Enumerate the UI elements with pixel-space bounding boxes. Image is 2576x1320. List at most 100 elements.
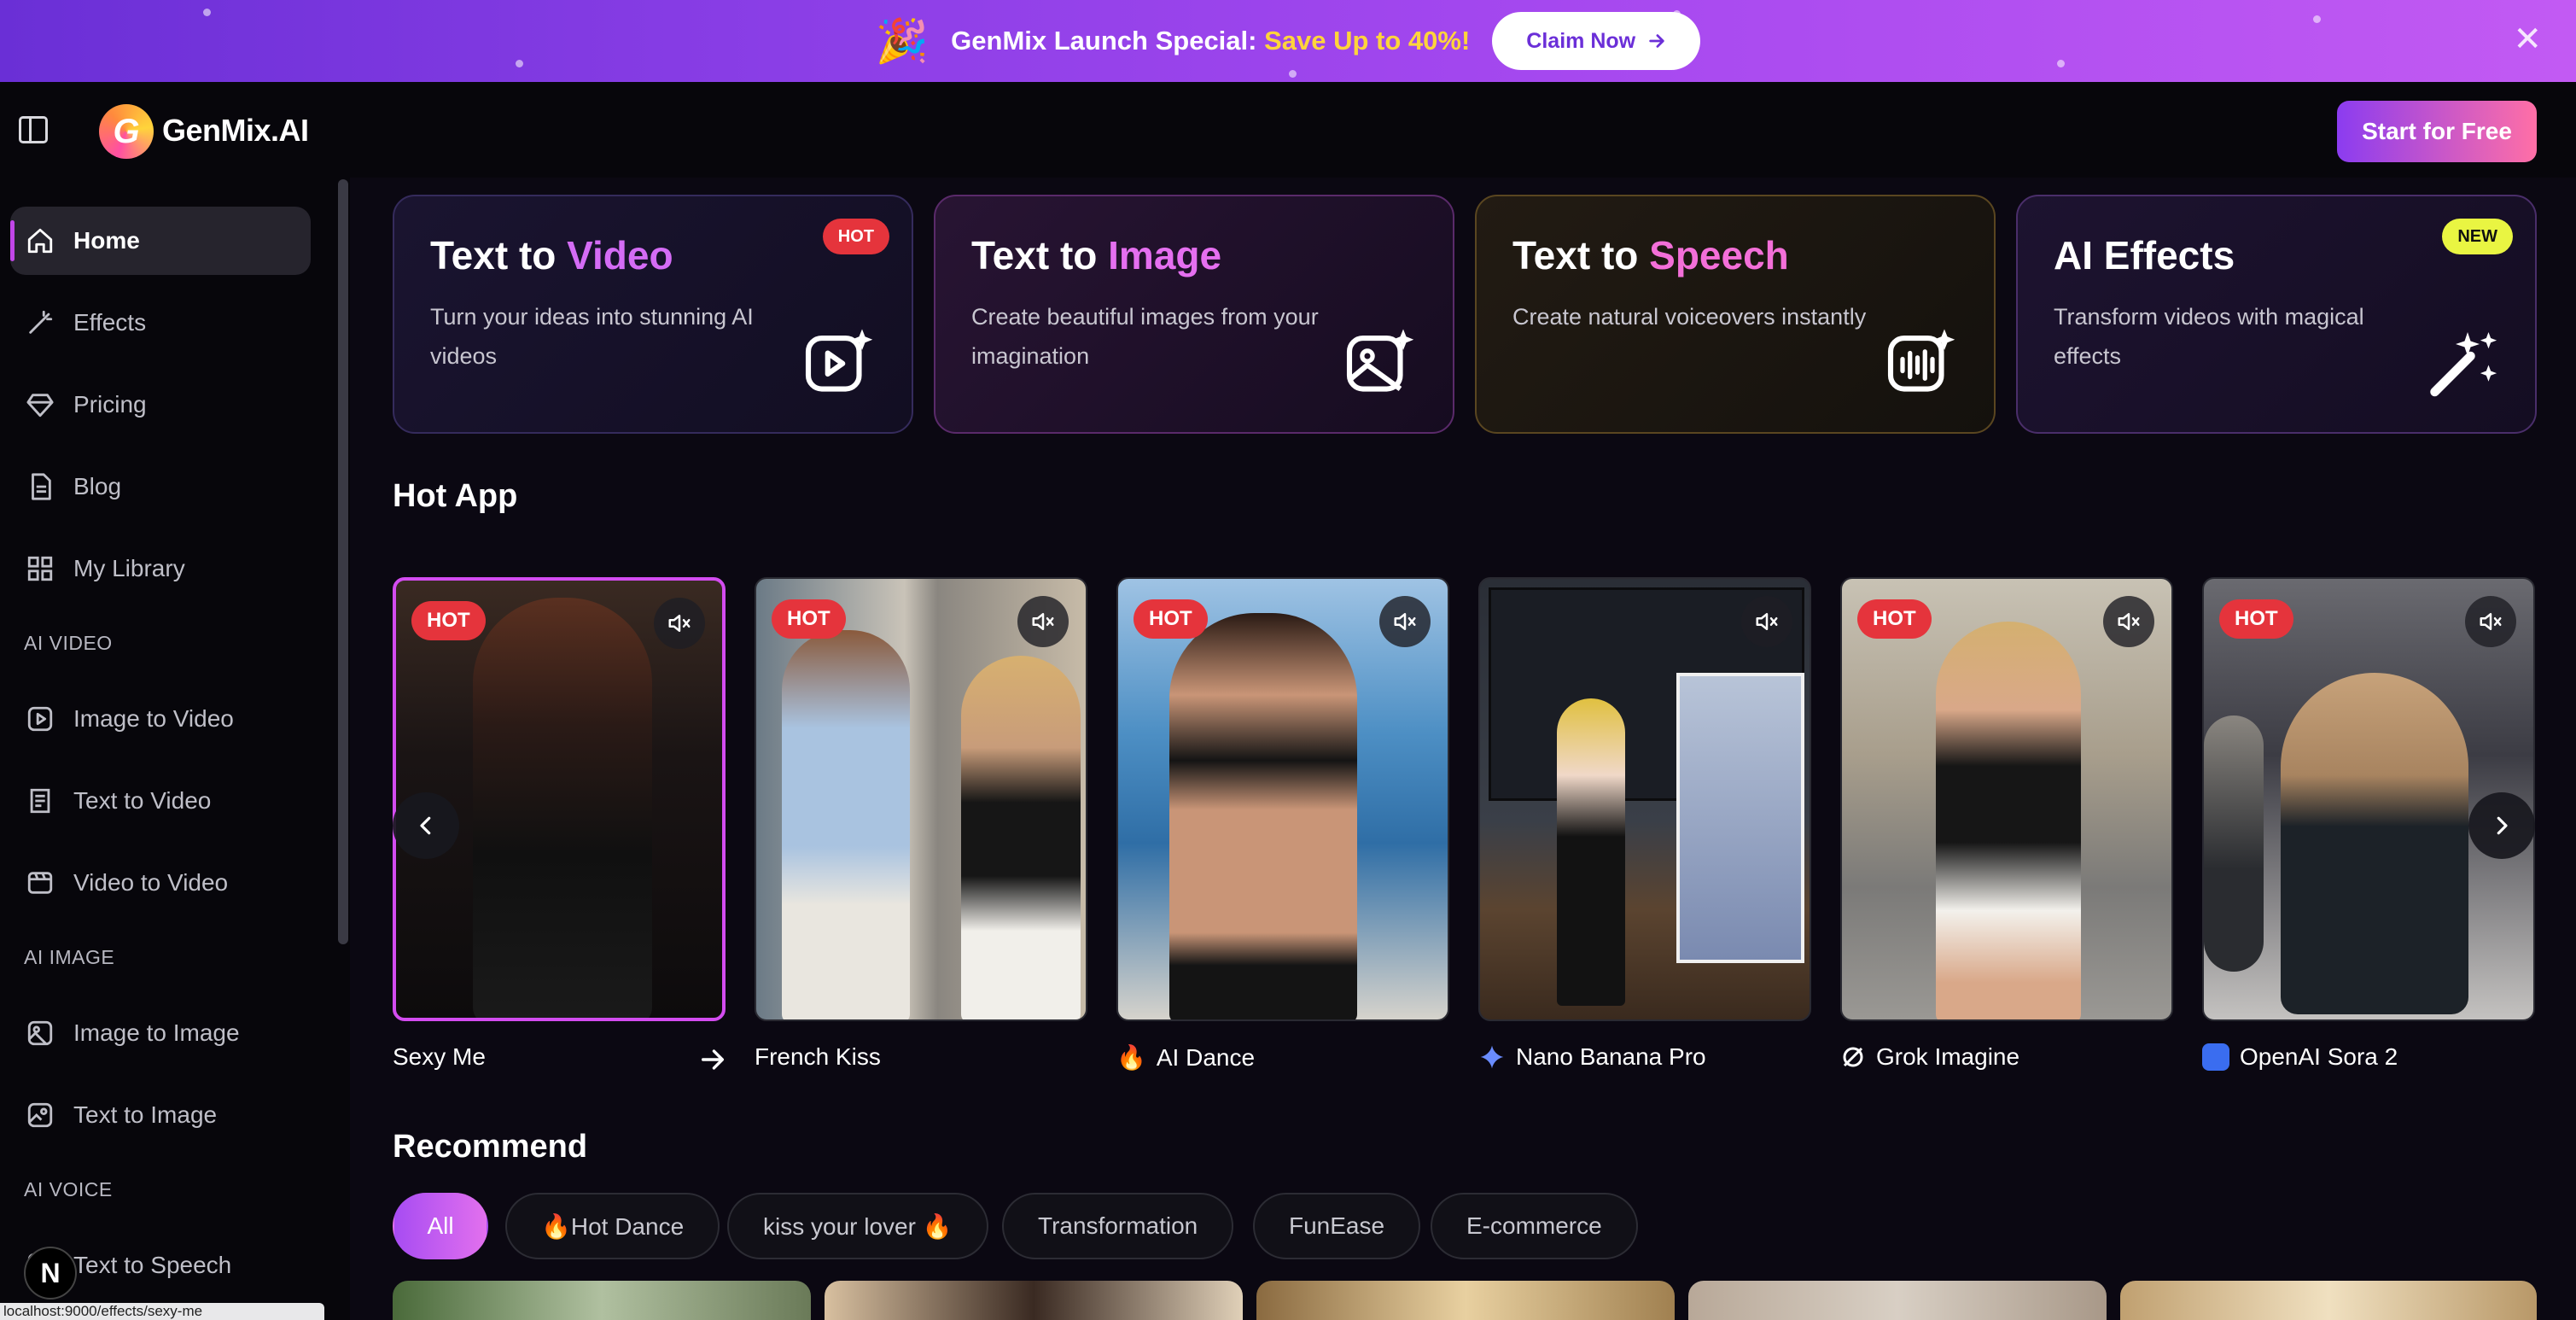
sora-icon xyxy=(2202,1043,2229,1071)
fire-icon: 🔥 xyxy=(1116,1044,1146,1071)
sidebar-item-blog[interactable]: Blog xyxy=(10,453,311,521)
app-label-openai-sora-2[interactable]: OpenAI Sora 2 xyxy=(2202,1043,2398,1071)
sidebar-item-label: Text to Speech xyxy=(73,1252,232,1278)
promo-banner: 🎉 GenMix Launch Special: Save Up to 40%!… xyxy=(0,0,2576,82)
hot-badge: HOT xyxy=(2219,599,2293,639)
card-description: Turn your ideas into stunning AI videos xyxy=(430,304,754,369)
app-label-sexy-me[interactable]: Sexy Me xyxy=(393,1043,486,1071)
section-title-hot-app: Hot App xyxy=(393,478,518,514)
hot-badge: HOT xyxy=(822,219,889,254)
filter-chip-funease[interactable]: FunEase xyxy=(1253,1193,1421,1259)
document-icon xyxy=(24,470,56,503)
sidebar-item-text-to-image[interactable]: Text to Image xyxy=(10,1081,311,1149)
magic-wand-icon xyxy=(2430,332,2497,397)
arrow-right-icon xyxy=(1649,34,1664,48)
sidebar-scrollbar[interactable] xyxy=(338,179,348,944)
cat-figure xyxy=(2281,673,2468,1014)
app-label-grok-imagine[interactable]: Grok Imagine xyxy=(1840,1043,2019,1071)
card-title: Text to Speech xyxy=(1512,233,1789,277)
sidebar-item-my-library[interactable]: My Library xyxy=(10,534,311,603)
home-icon xyxy=(24,225,56,257)
mute-icon[interactable] xyxy=(654,598,705,649)
video-sparkle-icon xyxy=(805,329,873,392)
recommend-thumbnail[interactable] xyxy=(1256,1281,1675,1320)
app-card-nano-banana-pro[interactable] xyxy=(1478,577,1811,1021)
section-ai-video: AI VIDEO xyxy=(24,632,113,654)
recommend-thumbnail[interactable] xyxy=(1688,1281,2107,1320)
banner-message: GenMix Launch Special: Save Up to 40%! xyxy=(951,26,1471,55)
logo-icon[interactable]: G xyxy=(99,104,154,159)
sidebar-item-image-to-video[interactable]: Image to Video xyxy=(10,685,311,753)
start-for-free-button[interactable]: Start for Free xyxy=(2337,101,2537,162)
sidebar-item-label: Image to Video xyxy=(73,705,234,732)
card-description: Create natural voiceovers instantly xyxy=(1512,304,1867,330)
grid-icon xyxy=(24,552,56,585)
diamond-icon xyxy=(24,388,56,421)
carousel-prev-button[interactable] xyxy=(393,792,459,859)
mute-icon[interactable] xyxy=(1741,596,1792,647)
arrow-right-icon[interactable] xyxy=(698,1045,727,1074)
filter-chip-all[interactable]: All xyxy=(393,1193,488,1259)
sidebar-item-video-to-video[interactable]: Video to Video xyxy=(10,849,311,917)
sidebar-item-home[interactable]: Home xyxy=(10,207,311,275)
sidebar-item-label: Home xyxy=(73,227,140,254)
hot-badge: HOT xyxy=(1134,599,1208,639)
dev-indicator-badge[interactable]: N xyxy=(24,1247,77,1300)
logo-text[interactable]: GenMix.AI xyxy=(162,113,309,149)
feature-card-text-to-speech[interactable]: Text to Speech Create natural voiceovers… xyxy=(1475,195,1996,434)
section-ai-voice: AI VOICE xyxy=(24,1178,113,1200)
text-video-icon xyxy=(24,785,56,817)
section-ai-image: AI IMAGE xyxy=(24,946,115,968)
mute-icon[interactable] xyxy=(2465,596,2516,647)
grok-icon xyxy=(1843,1047,1863,1067)
card-title: Text to Video xyxy=(430,233,673,277)
image-sparkle-icon xyxy=(1346,329,1414,392)
audio-sparkle-icon xyxy=(1887,329,1955,392)
carousel-next-button[interactable] xyxy=(2468,792,2535,859)
recommend-thumbnail[interactable] xyxy=(2120,1281,2537,1320)
filter-chip-transformation[interactable]: Transformation xyxy=(1002,1193,1234,1259)
top-header xyxy=(0,82,2576,178)
app-card-grok-imagine[interactable]: HOT xyxy=(1840,577,2173,1021)
recommend-thumbnail[interactable] xyxy=(393,1281,811,1320)
app-label-nano-banana-pro[interactable]: Nano Banana Pro xyxy=(1478,1043,1706,1071)
mute-icon[interactable] xyxy=(2103,596,2154,647)
app-label-ai-dance[interactable]: 🔥 AI Dance xyxy=(1116,1043,1255,1072)
wand-icon xyxy=(24,307,56,339)
sidebar-item-text-to-video[interactable]: Text to Video xyxy=(10,767,311,835)
filter-chip-e-commerce[interactable]: E-commerce xyxy=(1431,1193,1638,1259)
card-title: AI Effects xyxy=(2054,233,2235,277)
feature-card-text-to-video[interactable]: Text to Video Turn your ideas into stunn… xyxy=(393,195,913,434)
claim-now-button[interactable]: Claim Now xyxy=(1492,12,1701,70)
hot-badge: HOT xyxy=(411,601,486,640)
app-label-french-kiss[interactable]: French Kiss xyxy=(755,1043,881,1071)
person-figure xyxy=(1169,613,1357,1019)
mute-icon[interactable] xyxy=(1379,596,1431,647)
app-card-french-kiss[interactable]: HOT xyxy=(755,577,1087,1021)
recommend-thumbnail[interactable] xyxy=(825,1281,1243,1320)
sidebar-item-label: Text to Video xyxy=(73,787,212,814)
feature-card-ai-effects[interactable]: AI Effects Transform videos with magical… xyxy=(2016,195,2537,434)
image-video-icon xyxy=(24,703,56,735)
sidebar-item-pricing[interactable]: Pricing xyxy=(10,371,311,439)
hot-badge: HOT xyxy=(1857,599,1932,639)
status-url: localhost:9000/effects/sexy-me xyxy=(0,1303,324,1320)
person-figure xyxy=(961,656,1081,1019)
sidebar-item-image-to-image[interactable]: Image to Image xyxy=(10,999,311,1067)
sidebar-item-label: Text to Image xyxy=(73,1101,218,1128)
sidebar-toggle-icon[interactable] xyxy=(19,116,48,143)
film-icon xyxy=(24,867,56,899)
sidebar-item-label: My Library xyxy=(73,555,185,581)
filter-chip-kiss-your-lover[interactable]: kiss your lover 🔥 xyxy=(727,1193,988,1259)
hot-badge: HOT xyxy=(772,599,846,639)
person-figure xyxy=(1936,622,2081,1019)
sidebar-item-effects[interactable]: Effects xyxy=(10,289,311,357)
mute-icon[interactable] xyxy=(1017,596,1069,647)
card-description: Transform videos with magical effects xyxy=(2054,304,2364,369)
close-banner-icon[interactable]: ✕ xyxy=(2513,22,2542,56)
sidebar-item-label: Blog xyxy=(73,473,122,499)
filter-chip-hot-dance[interactable]: 🔥Hot Dance xyxy=(505,1193,720,1259)
image-edit-icon xyxy=(24,1017,56,1049)
app-card-ai-dance[interactable]: HOT xyxy=(1116,577,1449,1021)
feature-card-text-to-image[interactable]: Text to Image Create beautiful images fr… xyxy=(934,195,1454,434)
